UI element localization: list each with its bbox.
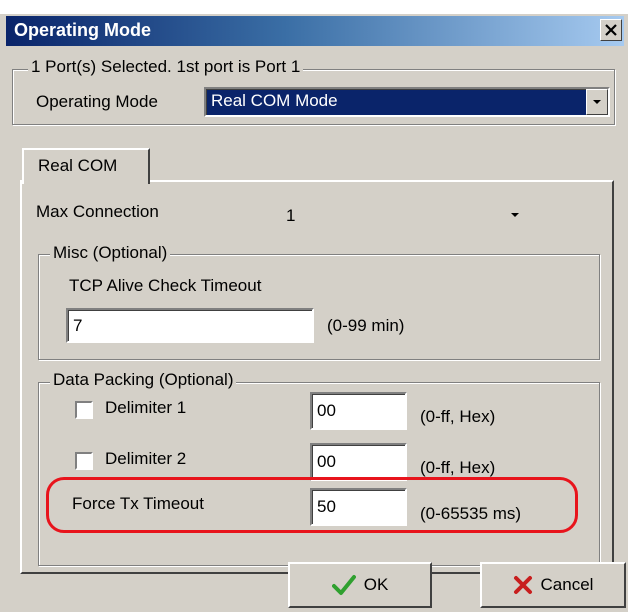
delimiter2-checkbox[interactable] — [75, 452, 93, 470]
cancel-button-label: Cancel — [540, 575, 594, 594]
tab-real-com-label: Real COM — [38, 156, 118, 175]
close-icon — [605, 24, 617, 36]
tcp-alive-value: 7 — [73, 316, 83, 335]
max-connection-label: Max Connection — [36, 202, 159, 221]
chevron-down-icon — [593, 100, 601, 104]
tab-real-com[interactable]: Real COM — [22, 148, 150, 184]
max-connection-select[interactable]: 1 — [278, 200, 526, 230]
data-packing-legend: Data Packing (Optional) — [50, 370, 237, 390]
delimiter2-input[interactable]: 00 — [310, 443, 407, 481]
operating-mode-dialog: Operating Mode 1 Port(s) Selected. 1st p… — [0, 14, 628, 612]
window-title: Operating Mode — [14, 20, 152, 40]
close-button[interactable] — [600, 19, 622, 41]
delimiter1-value: 00 — [317, 401, 336, 420]
delimiter1-input[interactable]: 00 — [310, 392, 407, 430]
misc-group — [38, 254, 600, 360]
tcp-alive-input[interactable]: 7 — [66, 308, 314, 343]
port-selection-legend: 1 Port(s) Selected. 1st port is Port 1 — [28, 57, 304, 77]
delimiter2-label: Delimiter 2 — [105, 449, 187, 468]
operating-mode-dropdown-button[interactable] — [586, 89, 608, 115]
operating-mode-label: Operating Mode — [36, 92, 158, 111]
max-connection-dropdown-button[interactable] — [504, 200, 526, 230]
chevron-down-icon — [511, 213, 519, 217]
ok-button[interactable]: OK — [288, 562, 432, 608]
tcp-alive-range: (0-99 min) — [327, 316, 405, 335]
ok-button-label: OK — [363, 575, 389, 594]
force-tx-label: Force Tx Timeout — [72, 494, 204, 513]
operating-mode-value: Real COM Mode — [211, 91, 338, 110]
tcp-alive-label: TCP Alive Check Timeout — [69, 276, 262, 295]
delimiter2-value: 00 — [317, 452, 336, 471]
force-tx-input[interactable]: 50 — [310, 488, 407, 526]
x-icon — [513, 576, 532, 594]
operating-mode-select[interactable]: Real COM Mode — [204, 87, 610, 117]
misc-legend: Misc (Optional) — [50, 243, 171, 263]
force-tx-value: 50 — [317, 497, 336, 516]
cancel-button[interactable]: Cancel — [480, 562, 626, 608]
delimiter1-label: Delimiter 1 — [105, 398, 187, 417]
title-bar: Operating Mode — [6, 16, 624, 46]
check-icon — [331, 575, 356, 595]
background-window-fragment — [0, 0, 628, 14]
delimiter1-checkbox[interactable] — [75, 401, 93, 419]
delimiter1-range: (0-ff, Hex) — [420, 407, 496, 426]
force-tx-range: (0-65535 ms) — [420, 504, 522, 523]
max-connection-value: 1 — [286, 206, 296, 225]
delimiter2-range: (0-ff, Hex) — [420, 458, 496, 477]
